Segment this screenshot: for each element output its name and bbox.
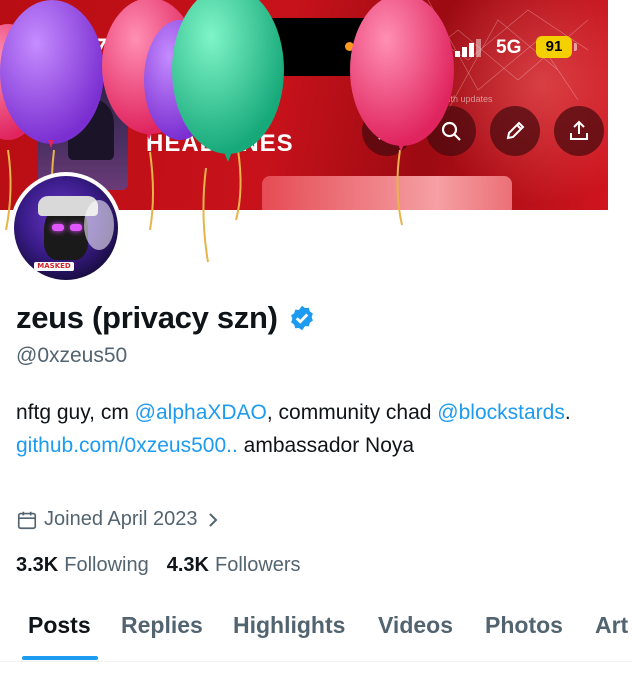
followers-label: Followers [214,554,301,576]
followers-count: 4.3K [166,554,209,576]
joined-date: Joined April 2023 [44,508,198,530]
tab-videos[interactable]: Videos [378,612,453,639]
bio-text: , community chad [266,401,438,424]
status-time: 07:02 [80,34,144,61]
banner-artwork [38,70,128,190]
banner-headline: HEADLINES [146,130,294,157]
share-icon [570,120,588,140]
chevron-right-icon [209,512,218,527]
verified-badge-icon[interactable] [288,304,316,332]
follow-stats: 3.3K Following 4.3K Followers [16,554,319,577]
banner-subtext: Stay informed with updates [384,94,493,104]
grok-button[interactable] [362,106,412,156]
profile-avatar[interactable]: MASKED [10,172,122,284]
share-button[interactable] [554,106,604,156]
following-label: Following [64,554,149,576]
edit-button[interactable] [490,106,540,156]
tab-highlights[interactable]: Highlights [233,612,345,639]
bio-text: . [564,401,571,424]
bio-text: ambassador Noya [237,434,415,457]
tab-art[interactable]: Art [595,612,628,639]
tab-photos[interactable]: Photos [485,612,563,639]
search-icon [441,121,461,141]
bio-text: nftg guy, cm [16,401,135,424]
name-row: zeus (privacy szn) [16,300,316,336]
signal-icon [455,39,481,57]
privacy-indicator-dot [345,42,354,51]
avatar-badge: MASKED [34,262,74,271]
joined-date-row[interactable]: Joined April 2023 [16,508,227,531]
search-button[interactable] [426,106,476,156]
profile-tabs: Posts Replies Highlights Videos Photos A… [0,600,632,662]
banner-headline-small: TODAY'S [150,98,269,128]
tab-replies[interactable]: Replies [121,612,203,639]
following-count: 3.3K [16,554,59,576]
followers-link[interactable]: 4.3K Followers [167,554,301,577]
profile-bio: nftg guy, cm @alphaXDAO, community chad … [16,396,616,462]
battery-tip [574,43,577,51]
grok-icon [378,122,396,140]
following-link[interactable]: 3.3K Following [16,554,149,577]
banner-card-graphic [262,176,512,210]
user-handle: @0xzeus50 [16,344,128,367]
battery-level: 91 [536,36,572,58]
active-tab-indicator [22,656,98,660]
avatar-image: MASKED [14,176,118,280]
tab-posts[interactable]: Posts [28,612,91,639]
dynamic-island [216,18,416,76]
edit-icon [506,121,525,140]
bio-url-link[interactable]: github.com/0xzeus500.. [16,434,238,457]
bio-mention-link[interactable]: @blockstards [437,401,565,424]
display-name: zeus (privacy szn) [16,300,278,335]
network-label: 5G [496,37,522,58]
bio-mention-link[interactable]: @alphaXDAO [135,401,267,424]
calendar-icon [17,511,37,529]
